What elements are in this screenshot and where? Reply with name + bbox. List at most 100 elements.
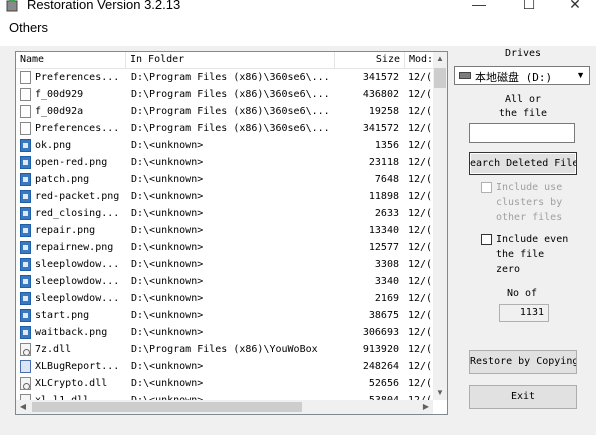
drive-value: 本地磁盘 (D:) bbox=[475, 71, 553, 84]
file-folder: D:\<unknown> bbox=[131, 140, 204, 151]
file-size: 1356 bbox=[374, 140, 399, 151]
file-modified: 12/( bbox=[408, 123, 433, 134]
table-row[interactable]: xl_l1_dll D:\<unknown>53804 12/( bbox=[16, 392, 433, 400]
table-row[interactable]: red_closing... D:\<unknown> 2633 12/( bbox=[16, 205, 433, 222]
horizontal-scroll-thumb[interactable] bbox=[32, 402, 302, 412]
file-folder: D:\<unknown> bbox=[131, 293, 204, 304]
list-header: Name In Folder Size Mod: bbox=[16, 52, 436, 69]
exit-button[interactable]: Exit bbox=[469, 385, 577, 409]
table-row[interactable]: f_00d92a D:\Program Files (x86)\360se6\..… bbox=[16, 103, 433, 120]
file-folder: D:\Program Files (x86)\YouWoBox bbox=[131, 344, 318, 355]
table-row[interactable]: Preferences... D:\Program Files (x86)\360… bbox=[16, 120, 433, 137]
file-folder: D:\<unknown> bbox=[131, 378, 204, 389]
file-modified: 12/( bbox=[408, 225, 433, 236]
file-filter-input[interactable] bbox=[469, 123, 575, 143]
file-name: XLBugReport... bbox=[35, 361, 120, 372]
file-name: xl_l1_dll bbox=[35, 392, 127, 400]
file-size: 2169 bbox=[374, 293, 399, 304]
minimize-button[interactable]: — bbox=[456, 0, 502, 14]
file-img-icon bbox=[20, 275, 31, 288]
search-deleted-files-button[interactable]: earch Deleted File bbox=[469, 152, 577, 175]
file-folder: D:\<unknown> bbox=[131, 392, 331, 400]
table-row[interactable]: waitback.png D:\<unknown> 306693 12/( bbox=[16, 324, 433, 341]
scroll-left-icon[interactable]: ◀ bbox=[16, 400, 30, 414]
file-img-icon bbox=[20, 224, 31, 237]
horizontal-scrollbar[interactable]: ◀ ▶ bbox=[16, 400, 433, 414]
scroll-right-icon[interactable]: ▶ bbox=[419, 400, 433, 414]
title-bar: Restoration Version 3.2.13 — ☐ ✕ bbox=[0, 0, 596, 14]
file-modified: 12/( bbox=[408, 89, 433, 100]
file-img-icon bbox=[20, 156, 31, 169]
file-modified: 12/( bbox=[408, 72, 433, 83]
file-size: 23118 bbox=[368, 157, 399, 168]
file-name: Preferences... bbox=[35, 72, 120, 83]
file-size: 248264 bbox=[362, 361, 399, 372]
file-size: 19258 bbox=[368, 106, 399, 117]
table-row[interactable]: patch.png D:\<unknown> 7648 12/( bbox=[16, 171, 433, 188]
file-size: 11898 bbox=[368, 191, 399, 202]
file-modified: 12/( bbox=[408, 191, 433, 202]
file-size: 52656 bbox=[368, 378, 399, 389]
drive-icon bbox=[459, 72, 471, 79]
list-rows: Preferences... D:\Program Files (x86)\360… bbox=[16, 69, 433, 400]
close-button[interactable]: ✕ bbox=[552, 0, 596, 14]
window-title: Restoration Version 3.2.13 bbox=[27, 0, 181, 12]
file-modified: 12/( bbox=[408, 157, 433, 168]
table-row[interactable]: start.png D:\<unknown> 38675 12/( bbox=[16, 307, 433, 324]
include-zero-checkbox[interactable] bbox=[481, 234, 492, 245]
scroll-up-icon[interactable]: ▲ bbox=[433, 52, 447, 66]
file-dll-icon bbox=[20, 377, 31, 390]
all-or-file-label: All or the file bbox=[498, 94, 548, 119]
maximize-button[interactable]: ☐ bbox=[506, 0, 552, 14]
file-list[interactable]: Name In Folder Size Mod: Preferences... D… bbox=[15, 51, 448, 415]
file-folder: D:\<unknown> bbox=[131, 191, 204, 202]
table-row[interactable]: Preferences... D:\Program Files (x86)\360… bbox=[16, 69, 433, 86]
file-folder: D:\<unknown> bbox=[131, 259, 204, 270]
file-modified: 12/( bbox=[408, 276, 433, 287]
app-icon bbox=[6, 0, 18, 12]
file-size: 3308 bbox=[374, 259, 399, 270]
no-of-label: No of bbox=[506, 288, 538, 299]
table-row[interactable]: sleeplowdow... D:\<unknown> 3340 12/( bbox=[16, 273, 433, 290]
file-name: repair.png bbox=[35, 225, 96, 236]
file-name: sleeplowdow... bbox=[35, 293, 120, 304]
file-folder: D:\<unknown> bbox=[131, 225, 204, 236]
vertical-scrollbar[interactable]: ▲ ▼ bbox=[433, 52, 447, 400]
table-row[interactable]: sleeplowdow... D:\<unknown> 3308 12/( bbox=[16, 256, 433, 273]
column-header-modified[interactable]: Mod: bbox=[405, 52, 436, 68]
table-row[interactable]: sleeplowdow... D:\<unknown> 2169 12/( bbox=[16, 290, 433, 307]
drive-select[interactable]: 本地磁盘 (D:) ▼ bbox=[454, 66, 590, 85]
table-row[interactable]: ok.png D:\<unknown> 1356 12/( bbox=[16, 137, 433, 154]
table-row[interactable]: XLCrypto.dll D:\<unknown> 52656 12/( bbox=[16, 375, 433, 392]
vertical-scroll-thumb[interactable] bbox=[434, 68, 446, 88]
restore-by-copying-button[interactable]: Restore by Copying bbox=[469, 350, 577, 374]
chevron-down-icon[interactable]: ▼ bbox=[576, 70, 585, 80]
file-size: 3340 bbox=[374, 276, 399, 287]
file-name: patch.png bbox=[35, 174, 90, 185]
file-folder: D:\<unknown> bbox=[131, 157, 204, 168]
table-row[interactable]: 7z.dll D:\Program Files (x86)\YouWoBox 913… bbox=[16, 341, 433, 358]
column-header-folder[interactable]: In Folder bbox=[126, 52, 335, 68]
file-name: start.png bbox=[35, 310, 90, 321]
table-row[interactable]: red-packet.png D:\<unknown> 11898 12/( bbox=[16, 188, 433, 205]
file-modified: 12/( bbox=[408, 242, 433, 253]
table-row[interactable]: f_00d929 D:\Program Files (x86)\360se6\..… bbox=[16, 86, 433, 103]
file-folder: D:\<unknown> bbox=[131, 327, 204, 338]
table-row[interactable]: XLBugReport... D:\<unknown> 248264 12/( bbox=[16, 358, 433, 375]
column-header-name[interactable]: Name bbox=[16, 52, 126, 68]
file-modified: 12/( bbox=[408, 259, 433, 270]
menu-others[interactable]: Others bbox=[9, 20, 48, 35]
file-img-icon bbox=[20, 326, 31, 339]
file-img-icon bbox=[20, 190, 31, 203]
column-header-size[interactable]: Size bbox=[335, 52, 405, 68]
file-size: 341572 bbox=[362, 72, 399, 83]
scroll-down-icon[interactable]: ▼ bbox=[433, 386, 447, 400]
menu-bar: Others bbox=[0, 14, 596, 47]
table-row[interactable]: repair.png D:\<unknown> 13340 12/( bbox=[16, 222, 433, 239]
file-img-icon bbox=[20, 292, 31, 305]
table-row[interactable]: open-red.png D:\<unknown> 23118 12/( bbox=[16, 154, 433, 171]
file-exe-icon bbox=[20, 360, 31, 373]
file-img-icon bbox=[20, 309, 31, 322]
file-modified: 12/( bbox=[408, 344, 433, 355]
table-row[interactable]: repairnew.png D:\<unknown> 12577 12/( bbox=[16, 239, 433, 256]
